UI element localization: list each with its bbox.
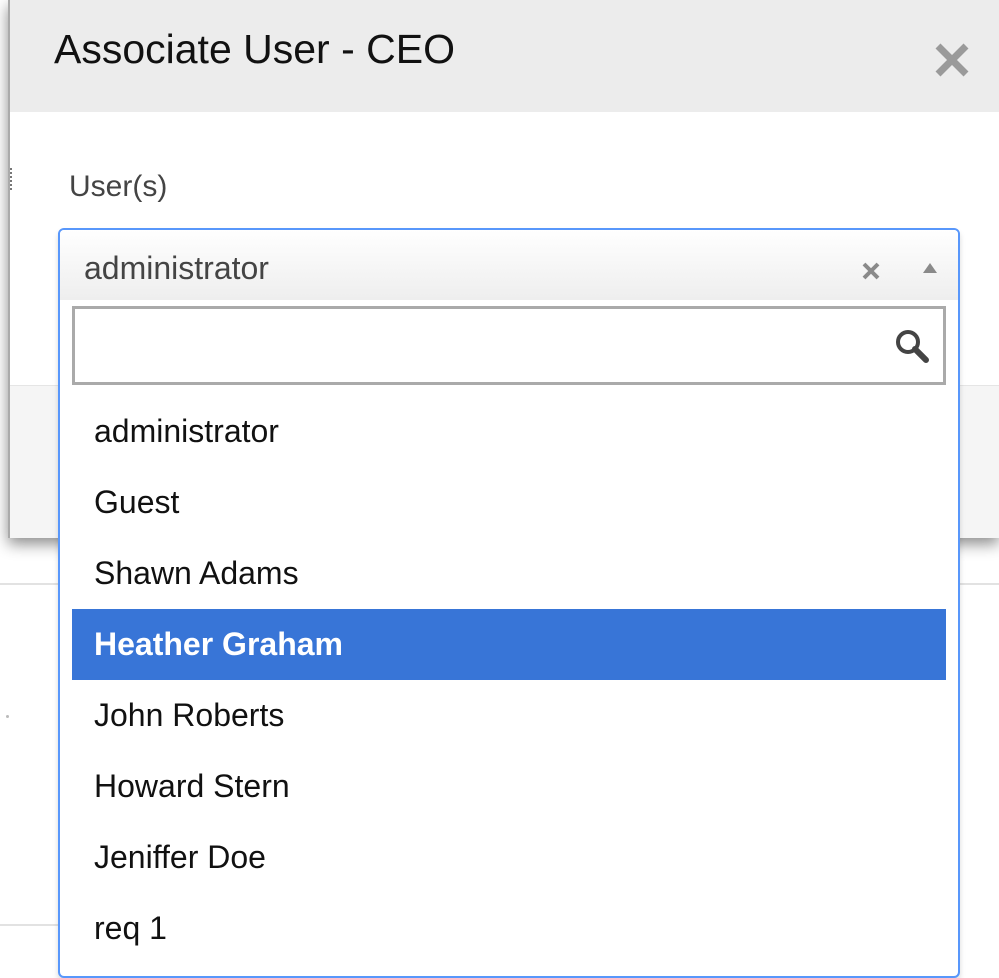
handle-marks bbox=[10, 168, 13, 190]
list-item[interactable]: Guest bbox=[72, 467, 946, 538]
search-input[interactable] bbox=[75, 309, 895, 382]
search-box bbox=[72, 306, 946, 385]
list-item[interactable]: John Roberts bbox=[72, 680, 946, 751]
background-divider bbox=[958, 583, 999, 585]
list-item[interactable]: Jeniffer Doe bbox=[72, 822, 946, 893]
close-button[interactable] bbox=[928, 36, 976, 84]
list-item[interactable]: req 1 bbox=[72, 893, 946, 964]
users-field-label: User(s) bbox=[69, 170, 168, 203]
options-list: administrator Guest Shawn Adams Heather … bbox=[72, 396, 946, 964]
list-item-highlighted[interactable]: Heather Graham bbox=[72, 609, 946, 680]
background-divider bbox=[0, 583, 60, 585]
search-icon bbox=[893, 327, 931, 365]
users-select-selection[interactable]: administrator bbox=[60, 230, 958, 300]
chevron-up-icon[interactable] bbox=[920, 260, 940, 276]
list-item[interactable]: Shawn Adams bbox=[72, 538, 946, 609]
close-icon bbox=[935, 43, 969, 77]
users-select-dropdown[interactable]: administrator administrator Guest Shawn … bbox=[58, 228, 960, 978]
background-mark bbox=[6, 715, 9, 718]
clear-icon[interactable] bbox=[860, 260, 882, 282]
list-item[interactable]: Howard Stern bbox=[72, 751, 946, 822]
dialog-header: Associate User - CEO bbox=[10, 0, 999, 112]
background-divider bbox=[0, 924, 60, 926]
dialog-title: Associate User - CEO bbox=[54, 26, 455, 72]
list-item[interactable]: administrator bbox=[72, 396, 946, 467]
selected-value: administrator bbox=[84, 250, 269, 286]
